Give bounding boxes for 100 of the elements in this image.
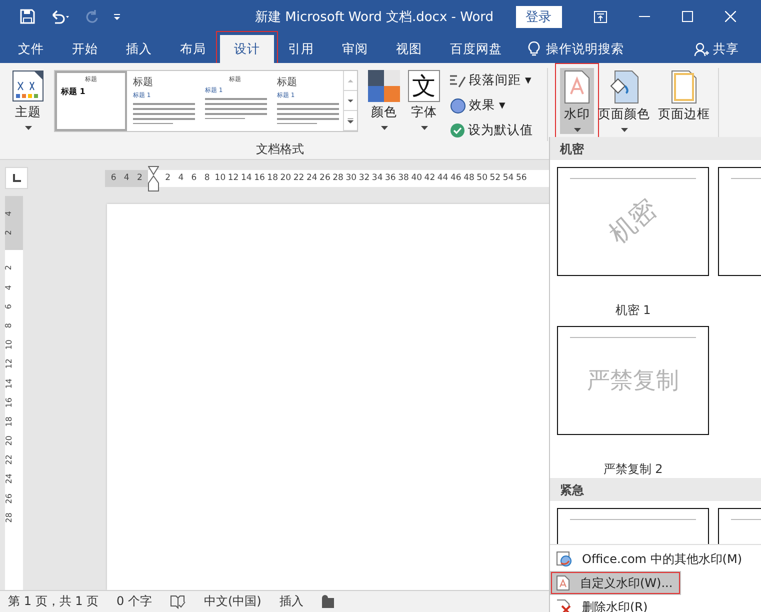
- ruler-number: 36: [384, 173, 397, 183]
- share-button[interactable]: 共享: [713, 40, 739, 58]
- tell-me-search[interactable]: 操作说明搜索: [546, 40, 624, 58]
- close-icon[interactable]: [724, 11, 736, 22]
- proofing-book-icon[interactable]: [170, 594, 186, 608]
- macro-recording-icon[interactable]: [321, 594, 336, 608]
- ruler-number: 2: [4, 265, 14, 271]
- paragraph-lines-drawing: [277, 102, 339, 124]
- ribbon-small-button[interactable]: 设为默认值: [448, 120, 535, 141]
- ribbon-tab[interactable]: 布局: [166, 35, 220, 63]
- ribbon-tab[interactable]: 引用: [274, 35, 328, 63]
- ruler-number: 28: [332, 173, 344, 183]
- ruler-number: 14: [4, 378, 14, 388]
- save-icon[interactable]: [20, 9, 35, 24]
- dropdown-caret-icon: [380, 126, 388, 130]
- ruler-number: 44: [436, 173, 450, 183]
- insert-mode-indicator[interactable]: 插入: [279, 593, 304, 610]
- page-count[interactable]: 第 1 页，共 1 页: [8, 593, 99, 610]
- ribbon-display-icon[interactable]: [594, 10, 607, 22]
- ruler-number: 54: [502, 173, 515, 183]
- ribbon-tab[interactable]: 插入: [112, 35, 166, 63]
- check-circle-icon: [450, 123, 465, 138]
- menu-item[interactable]: Office.com 中的其他水印(M): [550, 547, 761, 571]
- paragraph-spacing-icon: [450, 74, 466, 88]
- globe-icon: [556, 551, 572, 567]
- page-border-icon: [671, 70, 697, 104]
- ruler-number: 4: [122, 173, 130, 183]
- ruler-number: 24: [305, 173, 318, 183]
- ruler-number: 2: [4, 230, 14, 236]
- ruler-number: 6: [4, 304, 14, 309]
- ruler-number: 48: [462, 173, 476, 183]
- ruler-number: 46: [449, 173, 462, 183]
- ruler-number: 50: [476, 173, 488, 183]
- color-palette-icon: [368, 70, 400, 102]
- watermark-page-icon: [564, 70, 590, 104]
- ribbon-tab[interactable]: 开始: [58, 35, 112, 63]
- login-button[interactable]: 登录: [516, 6, 562, 28]
- indent-marker-icon[interactable]: [148, 166, 160, 192]
- gallery-section-header: 机密: [550, 137, 761, 160]
- font-preview-glyph: 文: [408, 70, 440, 102]
- tab-stop-icon: [12, 174, 20, 182]
- paragraph-lines-drawing: [133, 102, 195, 124]
- ruler-number: 32: [358, 173, 371, 183]
- ruler-number: 30: [344, 173, 358, 183]
- ribbon-tab[interactable]: 百度网盘: [436, 35, 516, 63]
- watermark-preview-text: 机密: [602, 192, 664, 252]
- ruler-number: 6: [190, 173, 198, 183]
- gallery-section-header: 紧急: [550, 478, 761, 501]
- ruler-number: 38: [397, 173, 410, 183]
- ruler-number: 22: [4, 454, 14, 465]
- watermark-thumbnail[interactable]: [557, 508, 709, 544]
- ruler-number: 2: [164, 173, 172, 183]
- ribbon-small-button[interactable]: 段落间距 ▾: [448, 70, 535, 91]
- effects-icon: [450, 98, 466, 114]
- ribbon-tab[interactable]: 设计: [220, 35, 274, 63]
- menu-item[interactable]: 自定义水印(W)...: [550, 571, 681, 595]
- ruler-number: 16: [253, 173, 266, 183]
- minimize-icon[interactable]: [638, 16, 650, 18]
- ruler-number: 4: [4, 211, 14, 216]
- page-background-button[interactable]: 页面边框: [654, 68, 714, 134]
- word-count[interactable]: 0 个字: [116, 593, 152, 610]
- ruler-number: 26: [318, 173, 332, 183]
- ruler-number: 14: [240, 173, 253, 183]
- person-add-icon: [694, 42, 709, 56]
- ribbon-small-button[interactable]: 效果 ▾: [448, 95, 535, 116]
- ribbon-tab[interactable]: 文件: [4, 35, 58, 63]
- themes-button[interactable]: 主题: [8, 68, 48, 134]
- thumbnail-heading: 标题 1: [61, 86, 86, 97]
- ruler-number: 8: [4, 322, 14, 328]
- remove-watermark-icon: [556, 599, 572, 612]
- ruler-number: 12: [226, 173, 240, 183]
- maximize-icon[interactable]: [682, 11, 693, 22]
- ribbon-tab[interactable]: 审阅: [328, 35, 382, 63]
- paint-bucket-page-icon: [609, 70, 639, 104]
- watermark-label: 机密 1: [615, 302, 651, 319]
- colors-button[interactable]: 颜色: [364, 68, 404, 134]
- ruler-number: 28: [4, 512, 14, 522]
- ruler-number: 26: [4, 493, 14, 504]
- customize-toolbar-icon[interactable]: [113, 12, 121, 20]
- ruler-number: 10: [4, 340, 14, 350]
- menu-item[interactable]: 删除水印(R): [550, 595, 761, 612]
- ruler-number: 20: [4, 436, 14, 446]
- watermark-page-icon: [556, 575, 570, 591]
- tab-selector-button[interactable]: [5, 167, 28, 189]
- page-background-button[interactable]: 水印: [560, 68, 594, 134]
- ruler-number: 8: [203, 173, 211, 183]
- dropdown-caret-icon: [24, 126, 32, 130]
- paragraph-lines-drawing: [205, 97, 267, 119]
- ruler-number: 42: [423, 173, 436, 183]
- dropdown-caret-icon: [574, 128, 580, 132]
- ruler-number: 40: [410, 173, 424, 183]
- window-title: 新建 Microsoft Word 文档.docx - Word: [255, 8, 494, 26]
- language-indicator[interactable]: 中文(中国): [204, 593, 262, 610]
- ruler-number: 20: [279, 173, 292, 183]
- fonts-button[interactable]: 文 字体: [404, 68, 444, 134]
- lightbulb-icon: [528, 41, 540, 57]
- ribbon-tab[interactable]: 视图: [382, 35, 436, 63]
- ruler-number: 16: [4, 397, 14, 408]
- ruler-number: 56: [514, 173, 528, 183]
- ruler-number: 6: [110, 173, 118, 183]
